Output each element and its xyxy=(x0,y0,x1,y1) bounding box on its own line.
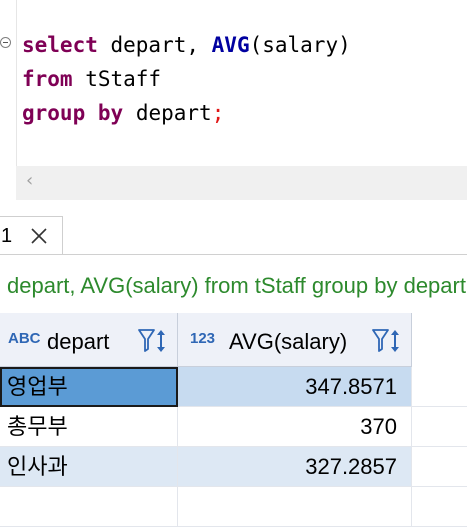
editor-horizontal-scrollbar[interactable]: ‹ xyxy=(16,166,467,200)
keyword-group: group xyxy=(22,101,86,125)
query-text-bar: depart, AVG(salary) from tStaff group by… xyxy=(0,255,467,313)
editor-gutter xyxy=(0,0,17,166)
code-line-1: select depart, AVG(salary) xyxy=(22,30,351,60)
tab-label: 1 xyxy=(1,225,13,247)
column-header-depart[interactable]: ABC depart xyxy=(0,313,178,367)
keyword-from: from xyxy=(22,67,73,91)
cell-depart[interactable]: 총무부 xyxy=(0,407,178,447)
results-grid[interactable]: ABC depart 123 AVG(salary) 영업부 347.8571 … xyxy=(0,313,467,527)
filter-sort-icon[interactable] xyxy=(137,327,169,355)
tab-result-1[interactable]: 1 xyxy=(0,216,63,255)
result-tab-strip: 1 xyxy=(0,200,467,255)
code-text: depart, xyxy=(97,33,212,57)
fold-collapse-icon[interactable] xyxy=(0,37,11,48)
table-row[interactable]: 인사과 327.2857 xyxy=(0,447,467,487)
cell-avg-salary[interactable]: 347.8571 xyxy=(178,367,412,407)
cell-depart[interactable]: 영업부 xyxy=(0,367,178,407)
semicolon: ; xyxy=(211,101,225,125)
row-filler xyxy=(412,487,467,527)
filter-sort-icon[interactable] xyxy=(371,327,403,355)
cell-avg-salary[interactable]: 370 xyxy=(178,407,412,447)
code-text: (salary) xyxy=(249,33,351,57)
code-text: tStaff xyxy=(72,67,162,91)
function-avg: AVG xyxy=(211,33,250,57)
header-filler xyxy=(412,313,467,367)
code-line-2: from tStaff xyxy=(22,64,161,94)
empty-row xyxy=(0,487,467,527)
code-line-3: group by depart; xyxy=(22,98,224,128)
close-icon[interactable] xyxy=(29,226,49,246)
code-text: depart xyxy=(123,101,212,125)
keyword-select: select xyxy=(22,33,98,57)
text-type-icon: ABC xyxy=(8,330,41,347)
executed-query-text: depart, AVG(salary) from tStaff group by… xyxy=(7,273,466,298)
row-filler xyxy=(412,367,467,407)
empty-cell xyxy=(0,487,178,527)
column-header-label: depart xyxy=(47,329,110,354)
scroll-left-icon[interactable]: ‹ xyxy=(26,170,33,191)
table-row[interactable]: 총무부 370 xyxy=(0,407,467,447)
cell-avg-salary[interactable]: 327.2857 xyxy=(178,447,412,487)
row-filler xyxy=(412,407,467,447)
empty-cell xyxy=(178,487,412,527)
cell-depart[interactable]: 인사과 xyxy=(0,447,178,487)
row-filler xyxy=(412,447,467,487)
table-row[interactable]: 영업부 347.8571 xyxy=(0,367,467,407)
column-header-avg-salary[interactable]: 123 AVG(salary) xyxy=(178,313,412,367)
keyword-by: by xyxy=(97,101,124,125)
number-type-icon: 123 xyxy=(190,330,216,347)
column-header-label: AVG(salary) xyxy=(229,329,348,354)
sql-editor[interactable]: select depart, AVG(salary) from tStaff g… xyxy=(0,0,467,166)
